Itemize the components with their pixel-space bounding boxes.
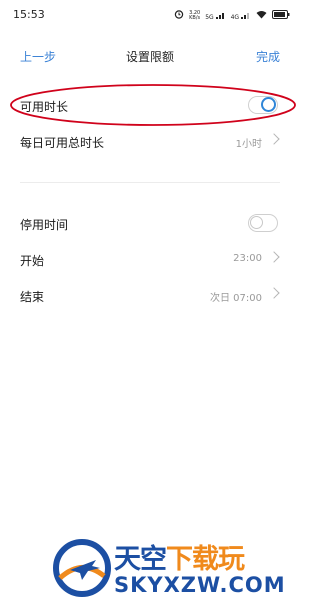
end-label: 结束 bbox=[20, 290, 45, 304]
wifi-icon bbox=[256, 9, 267, 22]
status-icons: 3.20 KB/s 5G 4G bbox=[174, 9, 290, 22]
battery-icon bbox=[272, 9, 290, 22]
setting-row-start[interactable]: 开始 23:00 bbox=[0, 242, 300, 278]
setting-row-downtime[interactable]: 停用时间 bbox=[0, 206, 300, 242]
available-time-toggle[interactable] bbox=[248, 96, 278, 114]
daily-total-value: 1小时 bbox=[235, 139, 262, 150]
sim2-signal-icon: 4G bbox=[231, 11, 251, 21]
toggle-knob bbox=[261, 97, 276, 112]
daily-total-label: 每日可用总时长 bbox=[20, 136, 105, 150]
downtime-toggle[interactable] bbox=[248, 214, 278, 232]
setting-row-daily-total[interactable]: 每日可用总时长 1小时 bbox=[0, 124, 300, 160]
chevron-right-icon bbox=[268, 287, 280, 299]
setting-row-available-time[interactable]: 可用时长 bbox=[0, 88, 300, 124]
section-divider bbox=[20, 182, 280, 183]
watermark-en-text: SKYXZW.COM bbox=[114, 573, 286, 597]
watermark-logo: 天空下载玩 SKYXZW.COM bbox=[52, 535, 300, 600]
available-time-label: 可用时长 bbox=[20, 100, 69, 114]
setting-row-end[interactable]: 结束 次日 07:00 bbox=[0, 278, 300, 314]
start-label: 开始 bbox=[20, 254, 45, 268]
net-speed: 3.20 KB/s bbox=[189, 9, 201, 21]
alarm-icon bbox=[174, 9, 184, 22]
chevron-right-icon bbox=[268, 251, 280, 263]
downtime-label: 停用时间 bbox=[20, 218, 69, 232]
toggle-knob bbox=[250, 216, 263, 229]
status-time: 15:53 bbox=[13, 8, 45, 21]
status-bar: 15:53 3.20 KB/s 5G 4G bbox=[0, 0, 300, 32]
end-value: 次日 07:00 bbox=[210, 293, 262, 304]
done-button[interactable]: 完成 bbox=[256, 48, 280, 65]
nav-bar: 上一步 设置限额 完成 bbox=[0, 40, 300, 70]
start-value: 23:00 bbox=[233, 253, 262, 264]
watermark-cn-text: 天空下载玩 bbox=[114, 544, 245, 575]
sim1-signal-icon: 5G bbox=[205, 11, 225, 21]
plane-logo-icon bbox=[53, 539, 111, 597]
chevron-right-icon bbox=[268, 133, 280, 145]
